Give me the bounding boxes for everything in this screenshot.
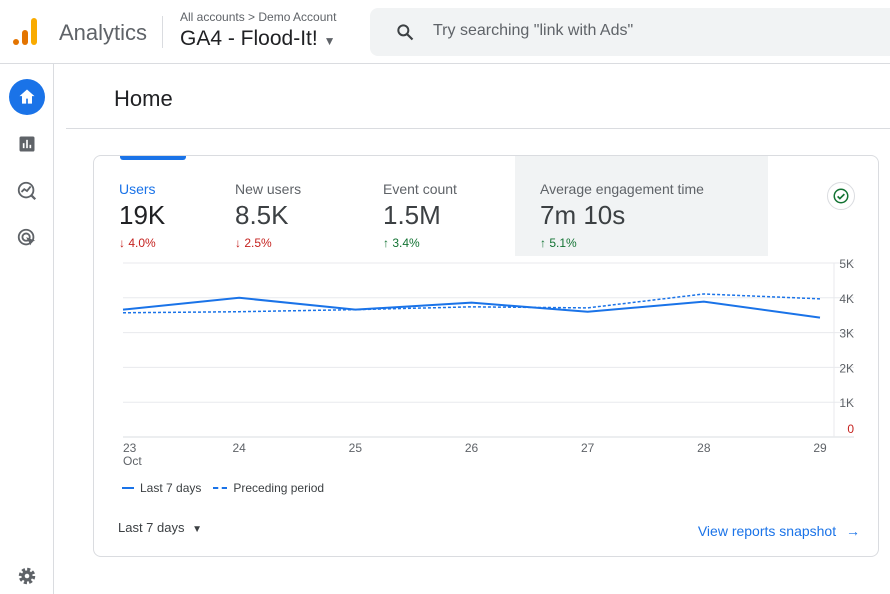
- reports-icon: [19, 136, 35, 152]
- arrow-right-icon: →: [846, 523, 860, 539]
- sidebar-item-home[interactable]: [9, 79, 45, 115]
- chart-legend: Last 7 days Preceding period: [122, 481, 324, 495]
- series-line-solid: [122, 296, 821, 319]
- legend-label: Preceding period: [233, 481, 325, 495]
- legend-dashed-swatch: [213, 487, 228, 489]
- property-name: GA4 - Flood-It!: [180, 27, 318, 50]
- caret-down-icon: ▼: [323, 34, 336, 48]
- property-selector[interactable]: GA4 - Flood-It! ▼: [180, 27, 335, 51]
- page-title: Home: [114, 86, 173, 111]
- x-tick-sublabel: Oct: [123, 454, 142, 468]
- divider: [162, 16, 163, 48]
- overview-card: Users 19K ↓ 4.0% New users 8.5K ↓ 2.5% E…: [93, 155, 879, 557]
- x-tick-label: 28: [697, 441, 711, 455]
- legend-label: Last 7 days: [140, 481, 202, 495]
- y-tick-label: 2K: [839, 361, 854, 375]
- brand-name: Analytics: [59, 20, 148, 45]
- sidebar: [0, 64, 54, 594]
- x-tick-label: 23: [123, 441, 137, 455]
- link-label: View reports snapshot: [697, 523, 837, 539]
- view-reports-snapshot-link[interactable]: View reports snapshot →: [698, 523, 860, 539]
- divider: [66, 128, 890, 129]
- home-icon: [19, 89, 35, 104]
- y-tick-label: 1K: [839, 396, 854, 410]
- breadcrumb[interactable]: All accounts > Demo Account: [180, 10, 336, 24]
- sidebar-item-explore[interactable]: [9, 173, 45, 209]
- sidebar-item-advertising[interactable]: [9, 220, 45, 256]
- y-tick-label: 3K: [839, 327, 854, 341]
- x-tick-label: 26: [465, 441, 479, 455]
- x-tick-label: 25: [349, 441, 363, 455]
- sidebar-item-reports[interactable]: [9, 126, 45, 162]
- search-icon: [397, 24, 414, 41]
- legend-solid-swatch: [122, 487, 134, 489]
- x-tick-label: 24: [232, 441, 246, 455]
- settings-button[interactable]: [9, 558, 45, 594]
- search-placeholder: Try searching "link with Ads": [433, 22, 634, 39]
- y-tick-label: 4K: [839, 292, 854, 306]
- date-range-label: Last 7 days: [118, 520, 185, 535]
- search-input[interactable]: Try searching "link with Ads": [370, 8, 890, 56]
- advertising-icon: [17, 228, 36, 246]
- top-bar: Analytics All accounts > Demo Account GA…: [0, 0, 890, 64]
- line-chart: 0 1K 2K 3K 4K 5K 23 24 25 26 27 28 29 Oct: [122, 257, 854, 468]
- x-tick-label: 27: [581, 441, 595, 455]
- y-tick-label: 0: [847, 422, 854, 436]
- y-tick-label: 5K: [839, 257, 854, 271]
- gear-icon: [18, 567, 36, 585]
- date-range-selector[interactable]: Last 7 days ▼: [118, 520, 202, 535]
- caret-down-icon: ▼: [192, 524, 203, 535]
- explore-icon: [17, 181, 37, 201]
- analytics-logo[interactable]: [12, 16, 42, 46]
- x-tick-label: 29: [813, 441, 827, 455]
